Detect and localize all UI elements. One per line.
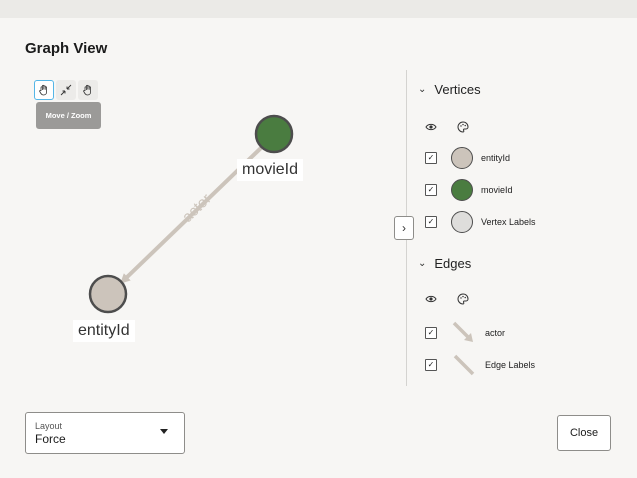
palette-icon[interactable] xyxy=(457,293,469,305)
palette-icon[interactable] xyxy=(457,121,469,133)
fit-to-view-tool[interactable] xyxy=(56,80,76,100)
collapse-legend-button[interactable]: › xyxy=(394,216,414,240)
chevron-down-icon: ⌄ xyxy=(418,84,427,95)
eye-icon[interactable] xyxy=(425,293,437,305)
vertex-labels-checkbox[interactable]: ✓ xyxy=(425,216,437,228)
chevron-right-icon: › xyxy=(402,221,406,235)
legend-label-vertex-labels: Vertex Labels xyxy=(481,217,536,227)
close-button[interactable]: Close xyxy=(557,415,611,451)
hand-icon xyxy=(39,84,47,96)
eye-icon[interactable] xyxy=(425,121,437,133)
toolbar-tooltip: Move / Zoom xyxy=(36,102,101,129)
pan-tool[interactable] xyxy=(78,80,98,100)
caret-down-icon xyxy=(160,429,168,434)
hand-icon xyxy=(83,84,91,96)
vertex-labels-swatch xyxy=(451,211,473,233)
legend-item-movieid: ✓ movieId xyxy=(425,179,513,201)
edges-section-toggle[interactable]: ⌄ Edges xyxy=(418,256,471,271)
vertices-icons-row xyxy=(425,121,469,133)
entityid-checkbox[interactable]: ✓ xyxy=(425,152,437,164)
node-label-entityid: entityId xyxy=(73,320,135,342)
vertices-section-toggle[interactable]: ⌄ Vertices xyxy=(418,82,481,97)
legend-label-actor: actor xyxy=(485,328,506,338)
graph-toolbar xyxy=(34,80,98,100)
layout-select[interactable]: Layout Force xyxy=(25,412,185,454)
graph-view-dialog: Graph View actor movieId entityId Move /… xyxy=(0,18,637,478)
legend-item-vertex-labels: ✓ Vertex Labels xyxy=(425,211,536,233)
actor-checkbox[interactable]: ✓ xyxy=(425,327,437,339)
edge-labels-checkbox[interactable]: ✓ xyxy=(425,359,437,371)
edge-labels-swatch xyxy=(453,354,475,376)
edges-icons-row xyxy=(425,293,469,305)
graph-canvas[interactable]: actor xyxy=(0,18,400,398)
edges-heading: Edges xyxy=(434,256,472,271)
chevron-down-icon: ⌄ xyxy=(418,258,427,269)
node-entityid[interactable] xyxy=(88,274,128,314)
actor-edge-swatch xyxy=(452,321,473,342)
movieid-checkbox[interactable]: ✓ xyxy=(425,184,437,196)
shrink-icon xyxy=(60,84,72,96)
node-label-movieid: movieId xyxy=(237,159,304,181)
node-movieid[interactable] xyxy=(254,114,294,154)
entityid-swatch xyxy=(451,147,473,169)
move-zoom-tool[interactable] xyxy=(34,80,54,100)
layout-select-value: Force xyxy=(35,432,66,446)
legend-label-entityid: entityId xyxy=(481,153,511,163)
legend-item-edge-labels: ✓ Edge Labels xyxy=(425,352,535,378)
page-background-strip xyxy=(0,0,637,19)
legend-item-entityid: ✓ entityId xyxy=(425,147,510,169)
legend-label-edge-labels: Edge Labels xyxy=(485,360,536,370)
legend-item-actor: ✓ actor xyxy=(425,320,505,346)
movieid-swatch xyxy=(451,179,473,201)
legend-label-movieid: movieId xyxy=(481,185,513,195)
layout-select-caption: Layout xyxy=(35,421,63,431)
vertices-heading: Vertices xyxy=(434,82,481,97)
